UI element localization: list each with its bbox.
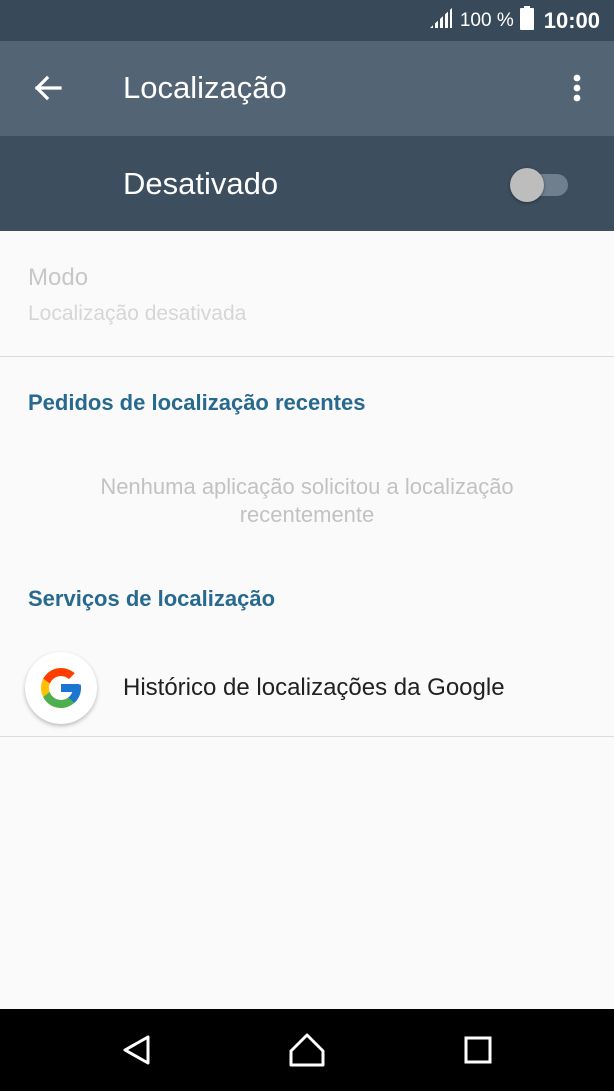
location-toggle[interactable] — [510, 166, 570, 202]
mode-summary: Localização desativada — [28, 302, 247, 325]
recents-icon[interactable] — [458, 1030, 498, 1070]
mode-title: Modo — [28, 264, 89, 291]
signal-icon — [428, 7, 454, 34]
status-indicators: 100 % 10:00 — [428, 0, 600, 41]
toggle-thumb — [510, 168, 544, 202]
navigation-bar — [0, 1009, 614, 1091]
google-icon — [25, 652, 97, 724]
home-icon[interactable] — [287, 1030, 327, 1070]
back-arrow-icon[interactable] — [28, 68, 68, 108]
app-toolbar: Localização — [0, 41, 614, 136]
google-location-history-label: Histórico de localizações da Google — [123, 674, 505, 701]
status-bar: 100 % 10:00 — [0, 0, 614, 41]
battery-icon — [519, 6, 534, 35]
mode-preference: Modo Localização desativada — [0, 231, 614, 356]
clock: 10:00 — [543, 7, 600, 33]
battery-percentage: 100 % — [459, 9, 514, 31]
google-location-history-item[interactable]: Histórico de localizações da Google — [0, 640, 614, 736]
location-services-header: Serviços de localização — [28, 586, 276, 611]
divider — [0, 736, 614, 737]
switch-label: Desativado — [123, 166, 279, 201]
recent-requests-empty-text: Nenhuma aplicação solicitou a localizaçã… — [100, 474, 514, 527]
location-master-switch-bar[interactable]: Desativado — [0, 136, 614, 231]
back-triangle-icon[interactable] — [117, 1030, 157, 1070]
divider — [0, 356, 614, 357]
more-vert-icon[interactable] — [562, 68, 592, 108]
page-title: Localização — [123, 70, 287, 105]
recent-requests-header: Pedidos de localização recentes — [28, 390, 366, 415]
